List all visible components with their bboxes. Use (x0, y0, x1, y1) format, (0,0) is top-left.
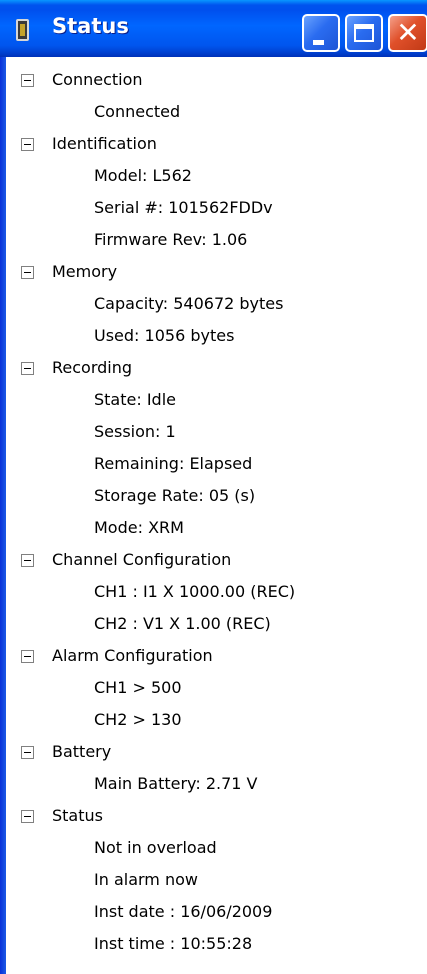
tree-item[interactable]: Firmware Rev: 1.06 (94, 224, 247, 256)
tree-item[interactable]: Used: 1056 bytes (94, 320, 234, 352)
tree-item[interactable]: CH1 > 500 (94, 672, 182, 704)
group-label: Alarm Configuration (52, 646, 213, 665)
group-label: Recording (52, 358, 133, 377)
title-bar[interactable]: Status ✕ (0, 0, 427, 57)
group-label: Status (52, 806, 103, 825)
tree-item[interactable]: Storage Rate: 05 (s) (94, 480, 255, 512)
maximize-button[interactable] (345, 14, 383, 52)
tree-item[interactable]: CH2 : V1 X 1.00 (REC) (94, 608, 271, 640)
tree-item[interactable]: Connected (94, 96, 180, 128)
close-icon: ✕ (396, 16, 420, 49)
group-label: Battery (52, 742, 112, 761)
device-icon[interactable] (16, 19, 29, 41)
group-label: Connection (52, 70, 143, 89)
tree-item[interactable]: Serial #: 101562FDDv (94, 192, 273, 224)
tree-item[interactable]: Main Battery: 2.71 V (94, 768, 257, 800)
status-tree: Connection Connected Identification Mode… (6, 57, 427, 974)
collapse-icon[interactable] (21, 650, 34, 663)
tree-item[interactable]: Inst date : 16/06/2009 (94, 896, 272, 928)
minimize-icon (313, 40, 324, 45)
tree-item[interactable]: Model: L562 (94, 160, 192, 192)
close-button[interactable]: ✕ (388, 14, 427, 52)
tree-item[interactable]: Remaining: Elapsed (94, 448, 252, 480)
status-window: Status ✕ Connection Connected Identifica… (0, 0, 427, 974)
collapse-icon[interactable] (21, 810, 34, 823)
tree-item[interactable]: State: Idle (94, 384, 176, 416)
group-label: Memory (52, 262, 118, 281)
tree-item[interactable]: CH1 : I1 X 1000.00 (REC) (94, 576, 295, 608)
tree-item[interactable]: Capacity: 540672 bytes (94, 288, 283, 320)
tree-item[interactable]: Session: 1 (94, 416, 176, 448)
group-label: Identification (52, 134, 157, 153)
collapse-icon[interactable] (21, 362, 34, 375)
minimize-button[interactable] (302, 14, 340, 52)
maximize-icon (354, 24, 374, 42)
group-label: Channel Configuration (52, 550, 232, 569)
tree-item[interactable]: Not in overload (94, 832, 217, 864)
collapse-icon[interactable] (21, 554, 34, 567)
collapse-icon[interactable] (21, 746, 34, 759)
collapse-icon[interactable] (21, 266, 34, 279)
window-title: Status (52, 14, 129, 38)
tree-item[interactable]: In alarm now (94, 864, 198, 896)
tree-item[interactable]: Mode: XRM (94, 512, 184, 544)
tree-item[interactable]: CH2 > 130 (94, 704, 182, 736)
collapse-icon[interactable] (21, 138, 34, 151)
tree-item[interactable]: Inst time : 10:55:28 (94, 928, 252, 960)
collapse-icon[interactable] (21, 74, 34, 87)
